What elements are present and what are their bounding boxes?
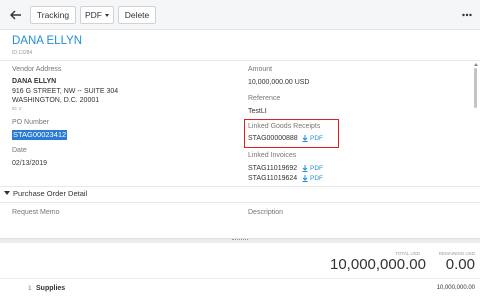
invoice-pdf-link[interactable]: PDF: [302, 175, 323, 182]
vendor-street: 916 G STREET, NW -- SUITE 304: [12, 88, 119, 95]
amount-value: 10,000,000.00 USD: [248, 79, 310, 86]
vendor-city: WASHINGTON, D.C. 20001: [12, 97, 100, 104]
reference-value: TestLI: [248, 108, 267, 115]
section-divider-top: [0, 186, 480, 187]
scroll-up-arrow-icon[interactable]: [474, 63, 478, 66]
po-number-label: PO Number: [12, 119, 49, 126]
invoice-number[interactable]: STAG11019692: [248, 165, 297, 172]
description-label: Description: [248, 209, 284, 216]
pdf-link-label: PDF: [310, 135, 323, 142]
remaining-value: 0.00: [445, 256, 475, 273]
section-title-po-detail[interactable]: Purchase Order Detail: [13, 189, 87, 198]
date-value: 02/13/2019: [12, 160, 48, 167]
page-title: DANA ELLYN: [12, 35, 83, 47]
record-id: ID:13284: [12, 50, 33, 56]
goods-receipts-label: Linked Goods Receipts: [248, 123, 321, 130]
date-label: Date: [12, 147, 27, 154]
arrow-left-icon: [10, 10, 21, 20]
pdf-link-label: PDF: [310, 165, 323, 172]
line-name: Supplies: [36, 285, 66, 292]
delete-button[interactable]: Delete: [118, 6, 156, 24]
line-qty: 1: [28, 285, 32, 292]
download-icon: [302, 165, 308, 172]
more-options-button[interactable]: [460, 7, 474, 23]
caret-down-icon[interactable]: [4, 191, 10, 195]
splitter-grip-icon[interactable]: [232, 239, 248, 240]
line-amount: 10,000,000.00: [436, 285, 475, 291]
invoice-number[interactable]: STAG11019624: [248, 175, 297, 182]
back-button[interactable]: [7, 6, 25, 24]
request-memo-label: Request Memo: [12, 209, 60, 216]
header-divider: [0, 60, 480, 61]
more-vertical-icon: [462, 13, 472, 17]
reference-label: Reference: [248, 95, 281, 102]
tracking-button[interactable]: Tracking: [30, 6, 76, 24]
download-icon: [302, 135, 308, 142]
linked-invoices-label: Linked Invoices: [248, 152, 297, 159]
table-row[interactable]: [0, 278, 480, 305]
goods-receipt-number[interactable]: STAG00000888: [248, 135, 298, 142]
pdf-button-label: PDF: [85, 10, 102, 20]
po-number-value[interactable]: STAG00023412: [12, 130, 68, 140]
pdf-link-label: PDF: [310, 175, 323, 182]
scrollbar-thumb[interactable]: [474, 68, 477, 108]
amount-label: Amount: [248, 66, 273, 73]
invoice-pdf-link[interactable]: PDF: [302, 165, 323, 172]
download-icon: [302, 175, 308, 182]
total-value: 10,000,000.00: [330, 256, 426, 273]
vendor-id: ID: 2: [12, 106, 22, 111]
section-divider-bottom: [0, 202, 480, 203]
pdf-dropdown-button[interactable]: PDF: [80, 6, 114, 24]
caret-down-icon: [105, 13, 109, 17]
goods-receipt-pdf-link[interactable]: PDF: [302, 135, 323, 142]
vendor-address-label: Vendor Address: [12, 66, 62, 73]
vendor-name: DANA ELLYN: [12, 78, 57, 85]
